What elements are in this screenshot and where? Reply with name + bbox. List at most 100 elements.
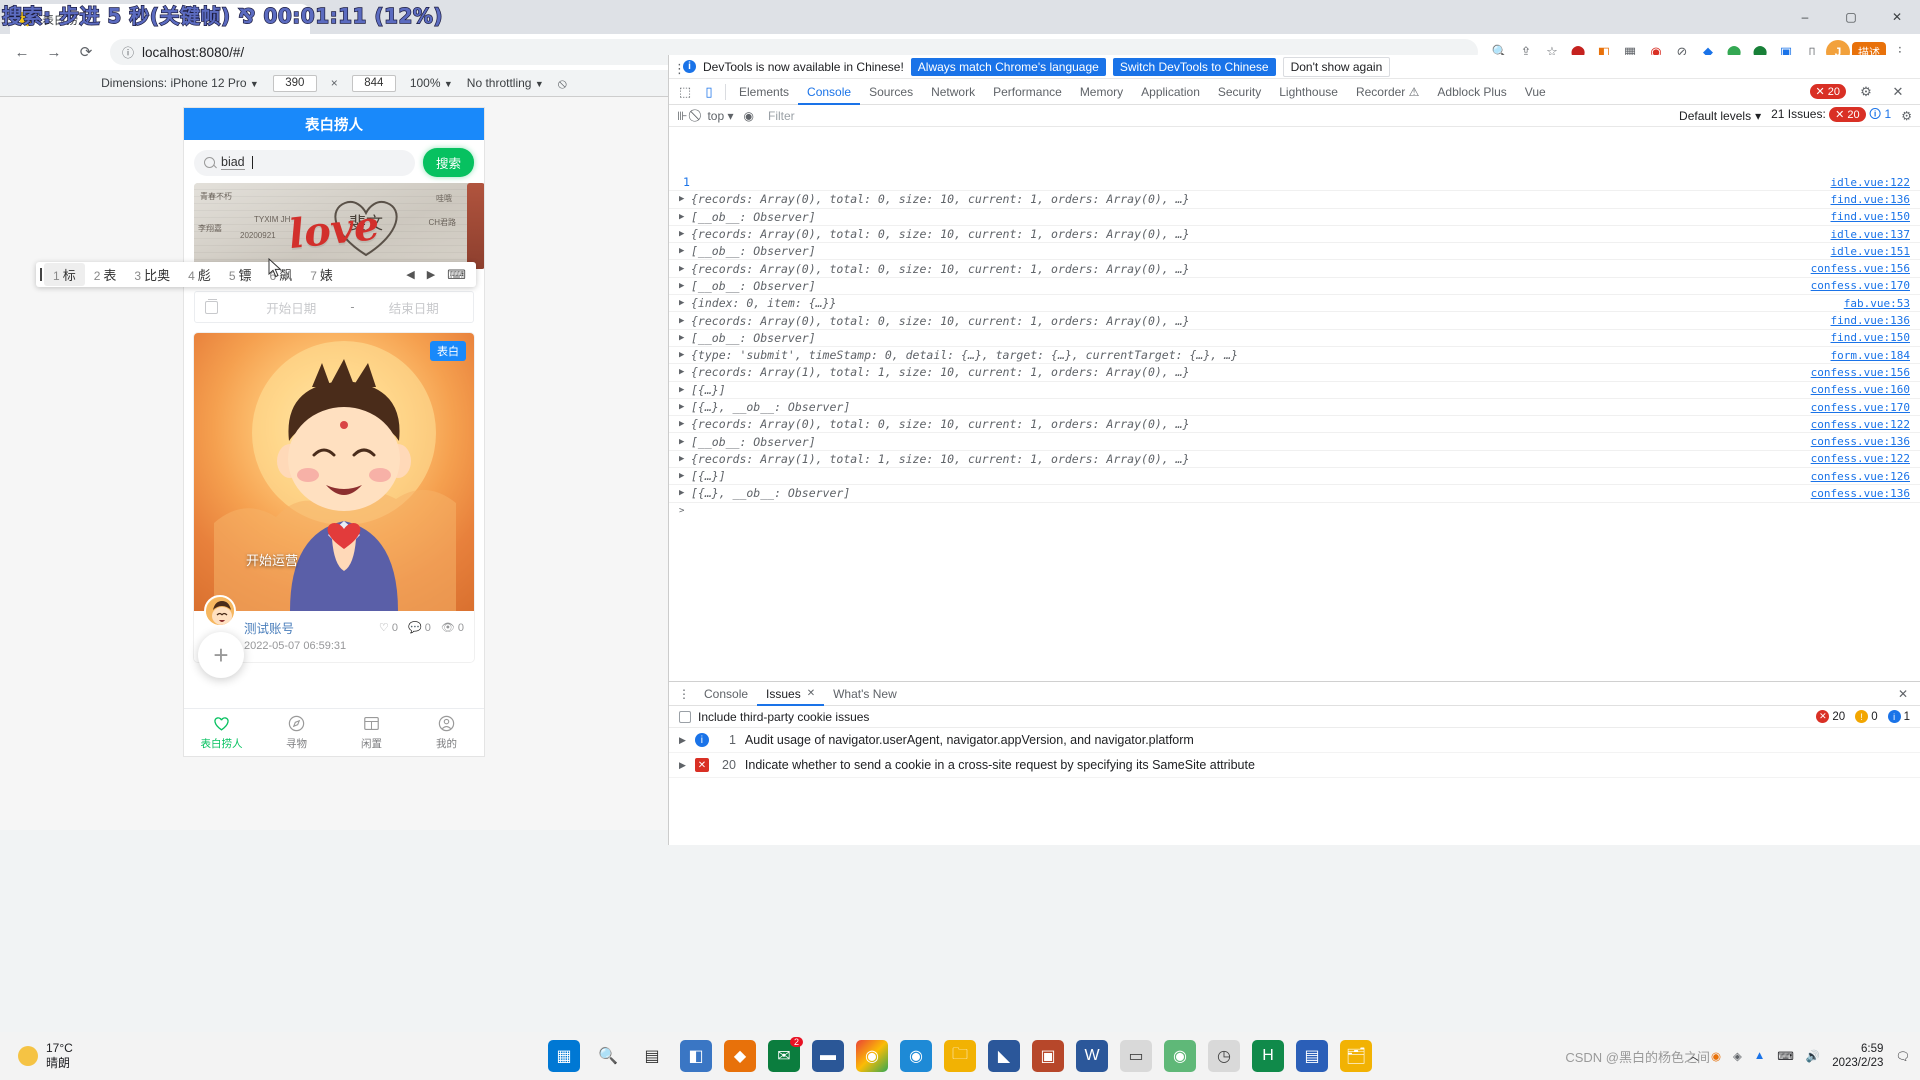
start-date-field[interactable]: 开始日期 — [232, 298, 350, 317]
drawer-tab-issues[interactable]: Issues ✕ — [757, 682, 824, 706]
console-sidebar-toggle-icon[interactable]: ⊪ — [677, 109, 687, 123]
console-log-list[interactable]: 1 idle.vue:122 ▶ {records: Array(0), tota… — [669, 174, 1920, 681]
expand-arrow-icon[interactable]: ▶ — [679, 402, 691, 412]
console-row-source[interactable]: find.vue:150 — [1831, 210, 1910, 223]
tray-icon-1[interactable]: ◉ — [1711, 1049, 1721, 1063]
tab-console[interactable]: Console — [798, 79, 860, 105]
drawer-more-icon[interactable]: ⋮ — [673, 687, 695, 701]
drawer-tab-console[interactable]: Console — [695, 682, 757, 706]
console-row-source[interactable]: fab.vue:53 — [1844, 297, 1910, 310]
drawer-tab-issues-close-icon[interactable]: ✕ — [807, 682, 815, 706]
expand-arrow-icon[interactable]: ▶ — [679, 471, 691, 481]
error-count-badge[interactable]: ✕ 20 — [1809, 84, 1846, 99]
expand-arrow-icon[interactable]: ▶ — [679, 735, 686, 746]
ime-candidate-1[interactable]: 1标 — [44, 263, 85, 286]
start-icon[interactable]: ▦ — [548, 1040, 580, 1072]
vscode-icon[interactable]: ◣ — [988, 1040, 1020, 1072]
search-icon-taskbar[interactable]: 🔍 — [592, 1040, 624, 1072]
console-row[interactable]: ▶ [{…}, __ob__: Observer] confess.vue:170 — [669, 399, 1920, 417]
teams-icon[interactable]: ▬ — [812, 1040, 844, 1072]
clock-icon[interactable]: ◷ — [1208, 1040, 1240, 1072]
console-levels-select[interactable]: Default levels ▾ — [1679, 109, 1761, 123]
console-row[interactable]: ▶ {records: Array(0), total: 0, size: 10,… — [669, 312, 1920, 330]
search-button[interactable]: 搜索 — [422, 148, 474, 177]
drawer-tab-whats-new[interactable]: What's New — [824, 682, 906, 706]
word-icon[interactable]: W — [1076, 1040, 1108, 1072]
search-input[interactable]: biad — [194, 149, 415, 176]
always-match-language-button[interactable]: Always match Chrome's language — [910, 57, 1106, 76]
wps-icon[interactable]: ▤ — [1296, 1040, 1328, 1072]
close-button[interactable]: ✕ — [1874, 0, 1920, 34]
store-icon[interactable]: ◆ — [724, 1040, 756, 1072]
ime-candidate-2[interactable]: 2表 — [85, 263, 126, 286]
console-row-source[interactable]: find.vue:150 — [1831, 331, 1910, 344]
devtools-close-icon[interactable]: ✕ — [1886, 80, 1910, 104]
expand-arrow-icon[interactable]: ▶ — [679, 488, 691, 498]
issue-row[interactable]: ▶ i 1 Audit usage of navigator.userAgent… — [669, 728, 1920, 753]
gear-icon[interactable]: ⚙ — [1854, 80, 1878, 104]
tab-adblock-plus[interactable]: Adblock Plus — [1428, 79, 1515, 105]
expand-arrow-icon[interactable]: ▶ — [679, 264, 691, 274]
device-width-input[interactable]: 390 — [272, 74, 317, 92]
post-stat-likes[interactable]: ♡ 0 — [379, 621, 398, 634]
notification-icon[interactable]: 🗨 — [1895, 1049, 1910, 1063]
console-row-source[interactable]: confess.vue:122 — [1811, 418, 1910, 431]
console-row[interactable]: ▶ [{…}] confess.vue:126 — [669, 468, 1920, 486]
volume-icon[interactable]: 🔊 — [1806, 1049, 1820, 1063]
widgets-icon[interactable]: ◧ — [680, 1040, 712, 1072]
console-row[interactable]: ▶ {index: 0, item: {…}} fab.vue:53 — [669, 295, 1920, 313]
console-row[interactable]: ▶ [{…}, __ob__: Observer] confess.vue:136 — [669, 485, 1920, 503]
console-row-source[interactable]: confess.vue:126 — [1811, 470, 1910, 483]
tab-mine[interactable]: 我的 — [409, 709, 484, 756]
avatar[interactable] — [204, 595, 236, 627]
forward-icon[interactable]: → — [40, 38, 68, 66]
dont-show-again-button[interactable]: Don't show again — [1282, 56, 1391, 77]
app-green-icon[interactable]: ◉ — [1164, 1040, 1196, 1072]
banner-image[interactable]: 斐文 青春不朽 李翔嘉 TYXIM JH 哇哦 CH君路 20200921 lo… — [194, 183, 474, 269]
console-row-source[interactable]: find.vue:136 — [1831, 193, 1910, 206]
console-row-source[interactable]: form.vue:184 — [1831, 349, 1910, 362]
console-issues-summary[interactable]: 21 Issues: ✕ 20 🛈 1 — [1771, 105, 1891, 126]
expand-arrow-icon[interactable]: ▶ — [679, 350, 691, 360]
powerpoint-icon[interactable]: ▣ — [1032, 1040, 1064, 1072]
devtools-more-icon[interactable]: ⋮ — [673, 61, 686, 77]
tab-application[interactable]: Application — [1132, 79, 1209, 105]
console-row[interactable]: 1 idle.vue:122 — [669, 174, 1920, 192]
weather-widget[interactable]: 17°C 晴朗 — [0, 1041, 300, 1071]
console-row-source[interactable]: idle.vue:151 — [1831, 245, 1910, 258]
expand-arrow-icon[interactable]: ▶ — [679, 316, 691, 326]
inspect-element-icon[interactable]: ⬚ — [673, 80, 697, 104]
device-height-input[interactable]: 844 — [351, 74, 396, 92]
console-row-source[interactable]: confess.vue:156 — [1811, 366, 1910, 379]
tab-security[interactable]: Security — [1209, 79, 1270, 105]
post-tag-badge[interactable]: 表白 — [430, 341, 466, 361]
add-button[interactable]: + — [198, 632, 244, 678]
expand-arrow-icon[interactable]: ▶ — [679, 246, 691, 256]
tab-network[interactable]: Network — [922, 79, 984, 105]
console-row-source[interactable]: idle.vue:137 — [1831, 228, 1910, 241]
console-row[interactable]: ▶ {type: 'submit', timeStamp: 0, detail: … — [669, 347, 1920, 365]
expand-arrow-icon[interactable]: ▶ — [679, 419, 691, 429]
live-expression-icon[interactable]: ◉ — [744, 109, 754, 123]
maximize-button[interactable]: ▢ — [1828, 0, 1874, 34]
date-range-filter[interactable]: 开始日期 - 结束日期 — [194, 291, 474, 323]
expand-arrow-icon[interactable]: ▶ — [679, 454, 691, 464]
expand-arrow-icon[interactable]: ▶ — [679, 367, 691, 377]
network-icon[interactable]: ⌨ — [1777, 1049, 1794, 1063]
ime-next-icon[interactable]: ▶ — [427, 268, 435, 281]
tab-elements[interactable]: Elements — [730, 79, 798, 105]
minimize-button[interactable]: – — [1782, 0, 1828, 34]
console-row-source[interactable]: confess.vue:170 — [1811, 401, 1910, 414]
console-row-source[interactable]: confess.vue:160 — [1811, 383, 1910, 396]
ime-candidate-3[interactable]: 3 比奥 — [125, 263, 179, 286]
ime-prev-icon[interactable]: ◀ — [406, 268, 414, 281]
expand-arrow-icon[interactable]: ▶ — [679, 437, 691, 447]
console-row-source[interactable]: confess.vue:136 — [1811, 487, 1910, 500]
ime-candidate-4[interactable]: 4彪 — [179, 263, 220, 286]
taskview-icon[interactable]: ▤ — [636, 1040, 668, 1072]
tab-memory[interactable]: Memory — [1071, 79, 1132, 105]
console-context-select[interactable]: top ▾ — [707, 109, 733, 123]
console-row[interactable]: ▶ {records: Array(0), total: 0, size: 10,… — [669, 416, 1920, 434]
banner-next-peek[interactable] — [467, 183, 484, 269]
console-row[interactable]: ▶ [{…}] confess.vue:160 — [669, 382, 1920, 399]
